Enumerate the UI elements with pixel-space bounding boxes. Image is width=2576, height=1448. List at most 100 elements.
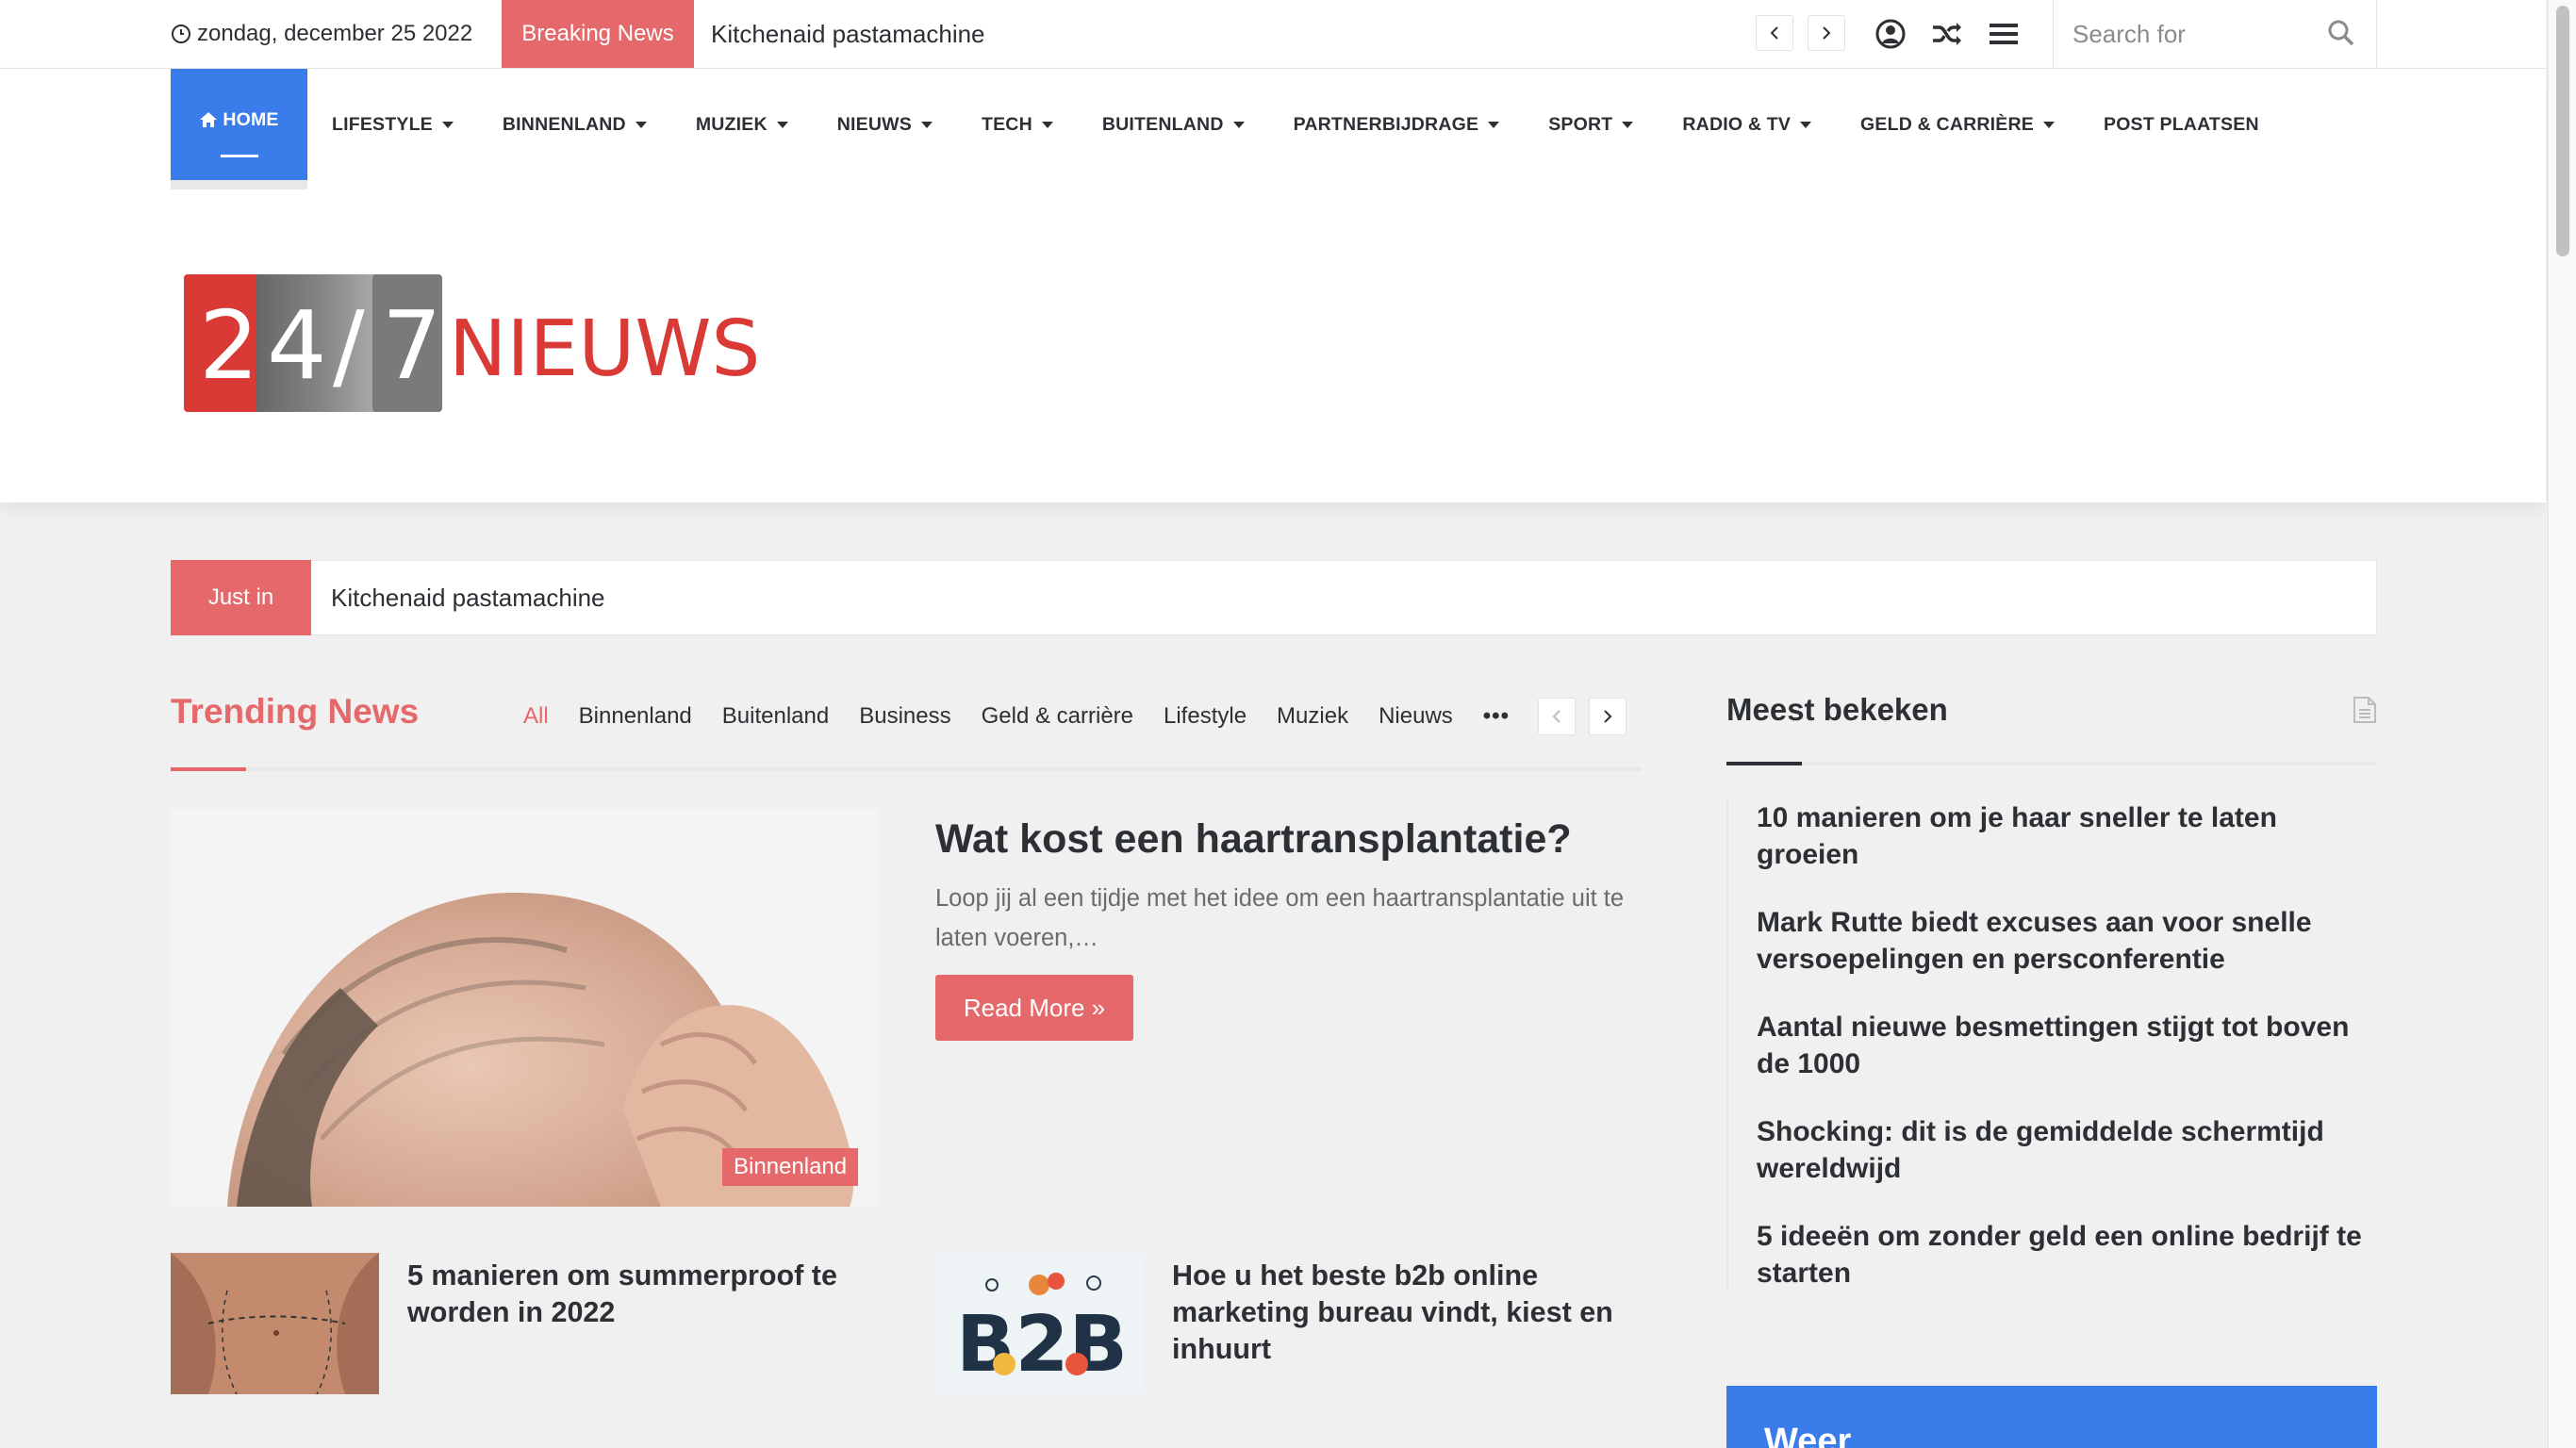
nav-radio-tv[interactable]: RADIO & TV — [1658, 69, 1836, 180]
weather-title: Weer — [1764, 1422, 1852, 1448]
breaking-news-label: Breaking News — [502, 0, 694, 68]
tab-binnenland[interactable]: Binnenland — [579, 703, 692, 730]
logo-digit: 2 — [199, 290, 259, 401]
date-display: zondag, december 25 2022 — [171, 0, 472, 68]
category-badge[interactable]: Binnenland — [722, 1148, 859, 1186]
caret-down-icon — [1622, 121, 1634, 128]
nav-post-plaatsen[interactable]: POST PLAATSEN — [2079, 69, 2284, 180]
nav-muziek[interactable]: MUZIEK — [671, 69, 813, 180]
nav-nieuws[interactable]: NIEUWS — [813, 69, 957, 180]
nav-label: MUZIEK — [695, 113, 768, 135]
nav-home[interactable]: HOME — [171, 69, 307, 189]
caret-down-icon — [635, 121, 647, 128]
nav-label: PARTNERBIJDRAGE — [1293, 113, 1479, 135]
search-input[interactable] — [2054, 19, 2308, 49]
nav-lifestyle[interactable]: LIFESTYLE — [307, 69, 478, 180]
tab-all[interactable]: All — [523, 703, 549, 730]
nav-buitenland[interactable]: BUITENLAND — [1078, 69, 1269, 180]
caret-down-icon — [776, 121, 788, 128]
prev-page-button[interactable] — [1538, 698, 1576, 735]
logo-digit: 4 — [267, 290, 327, 401]
breaking-news-ticker[interactable]: Kitchenaid pastamachine — [711, 0, 985, 68]
caret-down-icon — [1041, 121, 1053, 128]
caret-down-icon — [441, 121, 454, 128]
nav-tech[interactable]: TECH — [957, 69, 1078, 180]
nav-label: BINNENLAND — [502, 113, 626, 135]
b2b-graphic-text: B2B — [956, 1300, 1128, 1390]
nav-label: GELD & CARRIÈRE — [1860, 113, 2034, 135]
tab-muziek[interactable]: Muziek — [1277, 703, 1348, 730]
site-logo[interactable]: 2 4 / 7 NIEUWS — [180, 267, 765, 418]
main-article-image[interactable] — [171, 809, 878, 1207]
top-bar: zondag, december 25 2022 Breaking News K… — [0, 0, 2546, 69]
scrollbar-thumb[interactable] — [2556, 6, 2569, 256]
just-in-ticker[interactable]: Kitchenaid pastamachine — [331, 561, 605, 634]
nav-geld-carriere[interactable]: GELD & CARRIÈRE — [1836, 69, 2079, 180]
clock-icon — [172, 25, 190, 43]
article-thumbnail[interactable]: B2B — [935, 1253, 1144, 1394]
main-article-title[interactable]: Wat kost een haartransplantatie? — [935, 814, 1652, 864]
sidebar-title: Meest bekeken — [1726, 692, 1948, 727]
logo-digit: / — [333, 290, 365, 401]
tab-business[interactable]: Business — [859, 703, 950, 730]
tab-nieuws[interactable]: Nieuws — [1379, 703, 1453, 730]
caret-down-icon — [2042, 121, 2055, 128]
nav-label: NIEUWS — [836, 113, 912, 135]
ticker-prev-button[interactable] — [1756, 15, 1793, 51]
document-icon — [2353, 696, 2377, 729]
nav-home-label: HOME — [223, 108, 279, 130]
nav-label: BUITENLAND — [1101, 113, 1224, 135]
home-icon — [200, 112, 218, 127]
tab-geld-carriere[interactable]: Geld & carrière — [982, 703, 1133, 730]
site-header: HOME LIFESTYLE BINNENLAND MUZIEK NIEUWS … — [0, 69, 2546, 502]
caret-down-icon — [1488, 121, 1500, 128]
chevron-right-icon — [1823, 26, 1831, 40]
nav-label: TECH — [981, 113, 1032, 135]
article-title[interactable]: Hoe u het beste b2b online marketing bur… — [1172, 1258, 1643, 1368]
search-icon — [2328, 20, 2354, 46]
article-thumbnail[interactable] — [171, 1253, 379, 1394]
caret-down-icon — [1800, 121, 1812, 128]
tab-buitenland[interactable]: Buitenland — [722, 703, 829, 730]
nav-label: RADIO & TV — [1682, 113, 1792, 135]
list-item[interactable]: 10 manieren om je haar sneller te laten … — [1728, 799, 2377, 873]
main-article-excerpt: Loop jij al een tijdje met het idee om e… — [935, 885, 1625, 951]
nav-binnenland[interactable]: BINNENLAND — [478, 69, 671, 180]
read-more-button[interactable]: Read More » — [935, 975, 1133, 1041]
chevron-right-icon — [1604, 710, 1612, 723]
trending-header: Trending News All Binnenland Buitenland … — [171, 679, 1642, 771]
nav-label: SPORT — [1548, 113, 1613, 135]
nav-label: POST PLAATSEN — [2103, 113, 2259, 135]
nav-sport[interactable]: SPORT — [1524, 69, 1658, 180]
list-item[interactable]: Mark Rutte biedt excuses aan voor snelle… — [1728, 904, 2377, 978]
top-search — [2053, 0, 2377, 68]
main-nav: HOME LIFESTYLE BINNENLAND MUZIEK NIEUWS … — [171, 69, 2284, 189]
title-underline — [1726, 762, 1802, 765]
more-tabs-button[interactable]: ••• — [1483, 703, 1510, 730]
logo-digit: 7 — [382, 290, 442, 401]
chevron-left-icon — [1552, 710, 1560, 723]
tab-lifestyle[interactable]: Lifestyle — [1164, 703, 1247, 730]
ticker-next-button[interactable] — [1808, 15, 1845, 51]
login-button[interactable] — [1872, 15, 1909, 53]
article-title[interactable]: 5 manieren om summerproof te worden in 2… — [407, 1258, 879, 1331]
next-page-button[interactable] — [1589, 698, 1627, 735]
just-in-label: Just in — [171, 560, 311, 635]
section-title: Trending News — [171, 692, 420, 731]
weather-widget: Weer — [1726, 1386, 2377, 1448]
list-item[interactable]: 5 ideeën om zonder geld een online bedri… — [1728, 1218, 2377, 1292]
search-button[interactable] — [2327, 19, 2355, 52]
active-indicator — [221, 155, 258, 157]
chevron-left-icon — [1770, 26, 1778, 40]
most-viewed-list: 10 manieren om je haar sneller te laten … — [1726, 799, 2377, 1292]
caret-down-icon — [920, 121, 933, 128]
nav-partnerbijdrage[interactable]: PARTNERBIJDRAGE — [1269, 69, 1525, 180]
category-tabs: All Binnenland Buitenland Business Geld … — [523, 698, 1640, 735]
list-item[interactable]: Aantal nieuwe besmettingen stijgt tot bo… — [1728, 1009, 2377, 1082]
list-item[interactable]: Shocking: dit is de gemiddelde schermtij… — [1728, 1113, 2377, 1187]
title-underline — [171, 767, 246, 771]
sidebar-menu-button[interactable] — [1985, 15, 2023, 53]
shuffle-icon — [1933, 23, 1961, 45]
random-article-button[interactable] — [1928, 15, 1966, 53]
scrollbar[interactable] — [2548, 0, 2576, 1448]
